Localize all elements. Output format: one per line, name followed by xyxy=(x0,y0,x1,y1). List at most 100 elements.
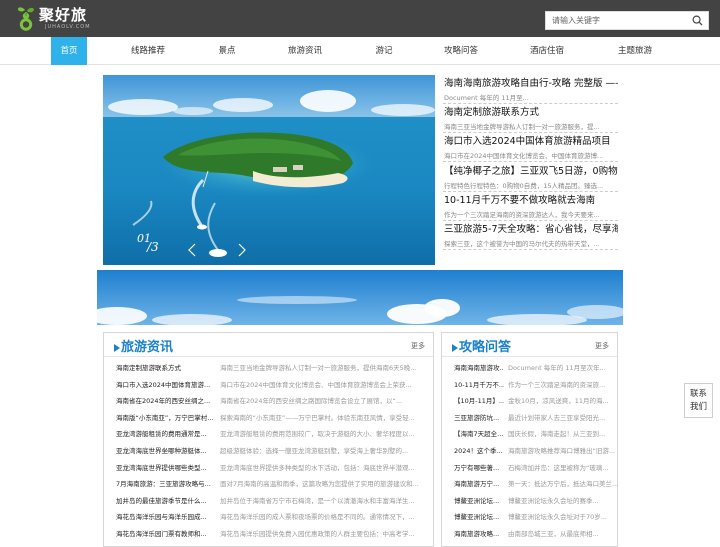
list-item[interactable]: 三亚旅游防坑... 最近计划带家人去三亚享受阳光... xyxy=(454,412,618,428)
list-item[interactable]: 海花岛海洋乐园与海洋乐园成... 海花岛海洋乐园的成人票和夜场票的价格是不同的。通… xyxy=(116,511,426,527)
site-logo[interactable]: 聚好旅 JUHAOLV.COM xyxy=(16,5,91,33)
list-item-desc: 博鳌亚洲论坛永久会址的赛季... xyxy=(508,496,599,505)
list-item-title[interactable]: 海南旅游攻略... xyxy=(454,528,504,538)
headline-item[interactable]: 海南定制旅游联系方式 海南三亚当地金牌导游私人订制一对一旅游服务，提... xyxy=(443,104,618,133)
nav-item-attractions[interactable]: 景点 xyxy=(207,37,247,65)
list-item-title[interactable]: 海南版“小东南亚”，万宁巴掌村... xyxy=(116,412,216,422)
list-item[interactable]: 海南省在2024年的西安丝绸之... 海南省在2024年的西安丝绸之路国际博览会设… xyxy=(116,395,426,411)
nav-item-home[interactable]: 首页 xyxy=(51,37,87,65)
list-item-title[interactable]: 加井岛的最佳旅游季节是什么... xyxy=(116,495,216,505)
list-item-desc: 石梅湾加井岛：这里被称为“玻璃... xyxy=(508,463,609,472)
nav-item-news[interactable]: 旅游资讯 xyxy=(281,37,329,65)
triangle-icon xyxy=(114,343,120,352)
list-item[interactable]: 加井岛的最佳旅游季节是什么... 加井岛位于海南省万宁市石梅湾，是一个以清澈海水和… xyxy=(116,495,426,511)
list-item-title[interactable]: 亚龙湾海底世界坐哪种游艇体... xyxy=(116,445,216,455)
hero-slider[interactable]: 01 /3 xyxy=(103,75,435,265)
list-item[interactable]: 海南定制旅游联系方式 海南三亚当地金牌导游私人订制一对一旅游服务，提供海南6天5晚… xyxy=(116,362,426,378)
search-input[interactable] xyxy=(546,12,686,29)
contact-us-button[interactable]: 联系 我们 xyxy=(684,383,713,418)
list-item-desc: 面对7月海南的高温和雨季，这篇攻略为您提供了实用的旅游建议和... xyxy=(220,480,419,489)
headline-title[interactable]: 海南定制旅游联系方式 xyxy=(444,104,539,118)
qa-more-link[interactable]: 更多 xyxy=(595,341,609,351)
nav-item-routes[interactable]: 线路推荐 xyxy=(122,37,174,65)
nav-item-qa[interactable]: 攻略问答 xyxy=(437,37,485,65)
list-item[interactable]: 海南海南旅游攻... Document 每年的 11月至次年... xyxy=(454,362,618,378)
slider-next-icon[interactable] xyxy=(237,243,247,257)
list-item[interactable]: 海南旅游攻略... 由南部岛城三亚，从最底师相... xyxy=(454,528,618,544)
list-item-desc: 亚龙湾海底世界提供多种类型的水下活动，包括：海底世界半潜观... xyxy=(220,463,415,472)
list-item[interactable]: 【海南7天超全... 国庆长假，海南走起！从三亚到... xyxy=(454,428,618,444)
list-item-desc: 亚龙湾游艇租赁的费用范围较广，取决于游艇的大小、奢华程度以... xyxy=(220,430,415,439)
news-panel-header: 旅游资讯 更多 xyxy=(104,333,433,357)
list-item-title[interactable]: 海花岛海洋乐园与海洋乐园成... xyxy=(116,511,216,521)
list-item[interactable]: 博鳌亚洲论坛... 博鳌亚洲论坛永久会址的赛季... xyxy=(454,495,618,511)
headline-item[interactable]: 【纯净椰子之旅】三亚双飞5日游，0购物0 行程特色行程特色：0购物0自费，15人… xyxy=(443,163,618,192)
list-item-desc: 海南省在2024年的西安丝绸之路国际博览会设立了展馆，以“... xyxy=(220,397,403,406)
list-item[interactable]: 亚龙湾游艇租赁的费用通常是... 亚龙湾游艇租赁的费用范围较广，取决于游艇的大小、… xyxy=(116,428,426,444)
nav-item-hotels[interactable]: 酒店住宿 xyxy=(523,37,571,65)
list-item-desc: 海南三亚当地金牌导游私人订制一对一旅游服务，提供海南6天5晚... xyxy=(220,364,417,372)
headline-title[interactable]: 【纯净椰子之旅】三亚双飞5日游，0购物0 xyxy=(444,163,618,177)
list-item[interactable]: 海花岛海洋乐园门票有教师和... 海花岛海洋乐园提供免费入园优惠政策的人群主要包括… xyxy=(116,528,426,544)
list-item-title[interactable]: 海南海南旅游攻... xyxy=(454,362,504,372)
list-item[interactable]: 海南版“小东南亚”，万宁巴掌村... 探索海南的“小东南亚”——万宁巴掌村。体验东… xyxy=(116,412,426,428)
news-panel-title: 旅游资讯 xyxy=(114,336,173,355)
list-item[interactable]: 亚龙湾海底世界提供哪些类型... 亚龙湾海底世界提供多种类型的水下活动，包括：海底… xyxy=(116,462,426,478)
list-item-title[interactable]: 亚龙湾游艇租赁的费用通常是... xyxy=(116,428,216,438)
brand-domain: JUHAOLV.COM xyxy=(45,24,91,30)
list-item-title[interactable]: 万宁有哪些著... xyxy=(454,462,504,472)
headline-item[interactable]: 10-11月千万不要不做攻略就去海南 作为一个三次踏足海南的资深旅游达人，我今天… xyxy=(443,192,618,221)
headline-title[interactable]: 海南海南旅游攻略自由行-攻略 完整版 —— xyxy=(444,75,618,89)
list-item[interactable]: 10-11月千万不... 作为一个三次踏足海南的资深旅... xyxy=(454,379,618,395)
list-item-title[interactable]: 10-11月千万不... xyxy=(454,379,504,389)
headline-item[interactable]: 海口市入选2024中国体育旅游精品项目 海口市在2024中国体育文化博览会、中国… xyxy=(443,133,618,162)
list-item-title[interactable]: 博鳌亚洲论坛... xyxy=(454,495,504,505)
list-item-desc: 海口市在2024中国体育文化博览会、中国体育旅游博览会上荣获... xyxy=(220,380,412,389)
headline-desc: 行程特色行程特色：0购物0自费，15人精品团。臻选... xyxy=(444,182,604,190)
list-item-desc: 作为一个三次踏足海南的资深旅... xyxy=(508,380,606,389)
list-item-title[interactable]: 海南定制旅游联系方式 xyxy=(116,362,216,372)
list-item-title[interactable]: 亚龙湾海底世界提供哪些类型... xyxy=(116,462,216,472)
list-item-desc: 由南部岛城三亚，从最底师相... xyxy=(508,530,599,538)
headline-title[interactable]: 海口市入选2024中国体育旅游精品项目 xyxy=(444,133,611,147)
list-item-desc: 金秋10月，凉风送爽，11月的海... xyxy=(508,397,609,406)
search-icon[interactable] xyxy=(692,15,703,26)
list-item-title[interactable]: 海南旅游万宁... xyxy=(454,478,504,488)
headline-title[interactable]: 10-11月千万不要不做攻略就去海南 xyxy=(444,192,595,206)
list-item[interactable]: 海口市入选2024中国体育旅游... 海口市在2024中国体育文化博览会、中国体育… xyxy=(116,379,426,395)
headline-title[interactable]: 三亚旅游5-7天全攻略：省心省钱，尽享海 xyxy=(444,221,618,235)
list-item-title[interactable]: 海花岛海洋乐园门票有教师和... xyxy=(116,528,216,538)
list-item-title[interactable]: 【海南7天超全... xyxy=(454,428,504,438)
brand-name: 聚好旅 xyxy=(39,6,88,24)
triangle-icon xyxy=(452,343,458,352)
list-item-desc: 第一天：抵达万宁后，抵达海口美兰... xyxy=(508,480,618,489)
qa-panel-title: 攻略问答 xyxy=(452,336,511,355)
list-item-title[interactable]: 博鳌亚洲论坛... xyxy=(454,511,504,521)
gourd-leaf-icon xyxy=(17,7,34,31)
list-item-title[interactable]: 海南省在2024年的西安丝绸之... xyxy=(116,395,216,405)
list-item[interactable]: 7月海南旅游：三亚旅游攻略与... 面对7月海南的高温和雨季，这篇攻略为您提供了实… xyxy=(116,478,426,494)
list-item[interactable]: 博鳌亚洲论坛... 博鳌亚洲论坛永久会址对于70岁... xyxy=(454,511,618,527)
list-item[interactable]: 【10月-11月】... 金秋10月，凉风送爽，11月的海... xyxy=(454,395,618,411)
search-box xyxy=(545,11,709,30)
list-item-title[interactable]: 2024！这个季... xyxy=(454,445,504,455)
news-more-link[interactable]: 更多 xyxy=(411,341,425,351)
slider-prev-icon[interactable] xyxy=(187,243,197,257)
list-item[interactable]: 2024！这个季... 海南旅游攻略推荐海口博雅出“旧游... xyxy=(454,445,618,461)
list-item-desc: 海南旅游攻略推荐海口博雅出“旧游... xyxy=(508,447,616,455)
list-item-desc: 超级游艇体验：选择一艘亚龙湾游艇别墅，享受海上奢华别墅的... xyxy=(220,447,409,455)
main-nav: 首页 线路推荐 景点 旅游资讯 游记 攻略问答 酒店住宿 主题旅游 xyxy=(0,37,720,65)
list-item-title[interactable]: 【10月-11月】... xyxy=(454,395,504,405)
nav-item-themes[interactable]: 主题旅游 xyxy=(610,37,660,65)
list-item-desc: 探索海南的“小东南亚”——万宁巴掌村。体验东南亚风情，享受轻... xyxy=(220,413,415,422)
list-item[interactable]: 亚龙湾海底世界坐哪种游艇体... 超级游艇体验：选择一艘亚龙湾游艇别墅，享受海上奢… xyxy=(116,445,426,461)
list-item-title[interactable]: 海口市入选2024中国体育旅游... xyxy=(116,379,216,389)
ad-banner[interactable] xyxy=(97,270,623,325)
list-item[interactable]: 海南旅游万宁... 第一天：抵达万宁后，抵达海口美兰... xyxy=(454,478,618,494)
headline-item[interactable]: 三亚旅游5-7天全攻略：省心省钱，尽享海 探索三亚，这个被誉为中国的马尔代夫的热… xyxy=(443,221,618,250)
nav-item-travelogue[interactable]: 游记 xyxy=(366,37,402,65)
list-item-title[interactable]: 7月海南旅游：三亚旅游攻略与... xyxy=(116,478,216,488)
list-item-title[interactable]: 三亚旅游防坑... xyxy=(454,412,504,422)
headline-item[interactable]: 海南海南旅游攻略自由行-攻略 完整版 —— Document 每年的 11月至.… xyxy=(443,75,618,104)
list-item[interactable]: 万宁有哪些著... 石梅湾加井岛：这里被称为“玻璃... xyxy=(454,462,618,478)
